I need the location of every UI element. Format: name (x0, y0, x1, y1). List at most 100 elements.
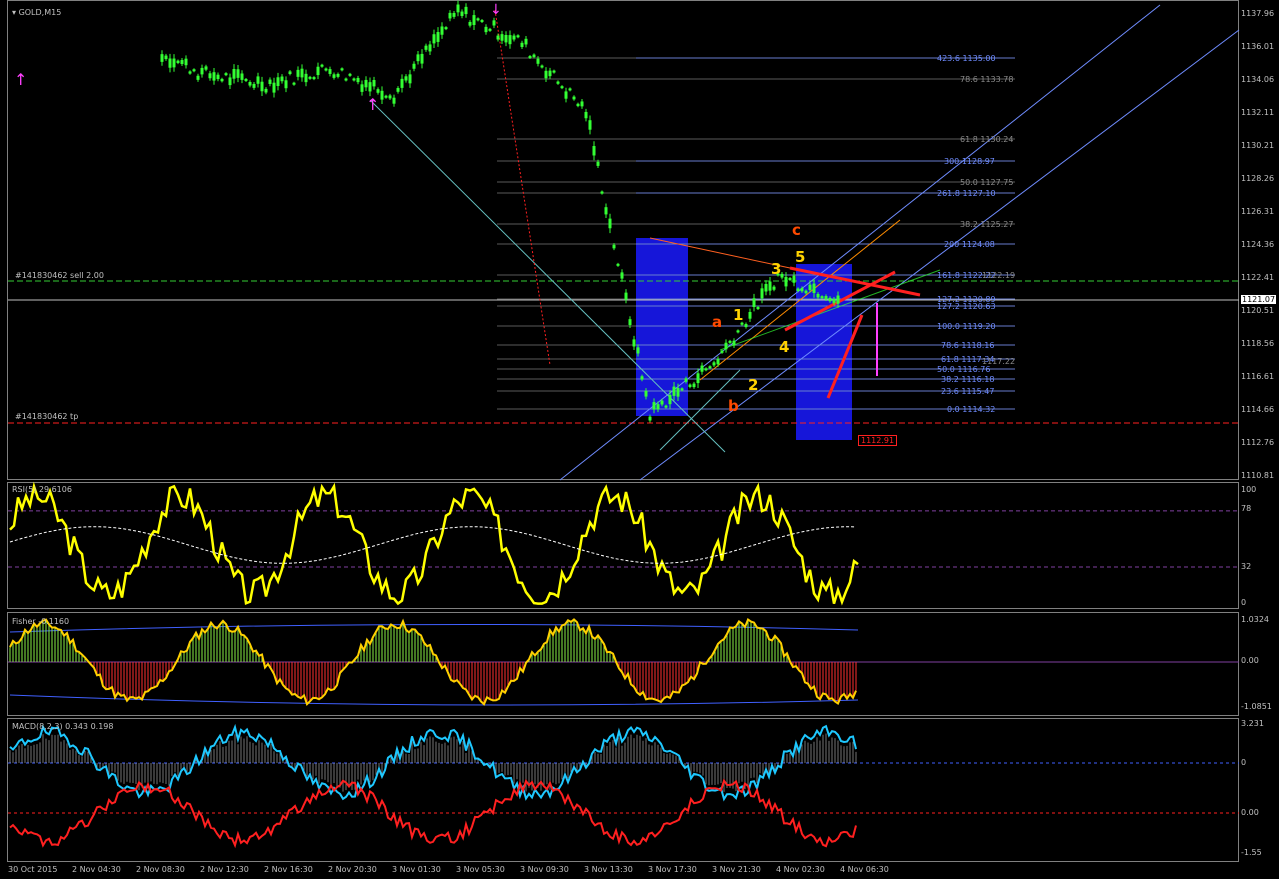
candle-body (360, 84, 364, 92)
candle-body (636, 347, 640, 354)
candle-body (812, 283, 816, 293)
candle-body (468, 21, 472, 26)
candle-body (252, 83, 256, 88)
candle-body (204, 66, 208, 70)
price-tick: 1124.36 (1241, 240, 1275, 249)
fib-label: 1122.19 (982, 271, 1016, 280)
price-tick: 1114.66 (1241, 405, 1275, 414)
candle-body (284, 80, 288, 89)
candle-body (748, 311, 752, 319)
price-tick: 1122.41 (1241, 273, 1275, 282)
time-tick: 30 Oct 2015 (8, 865, 58, 874)
rsi-signal-line (9, 526, 857, 564)
candle-body (760, 288, 764, 299)
candle-body (180, 60, 184, 65)
candle-body (208, 73, 212, 79)
candle-body (488, 28, 492, 31)
candle-body (792, 275, 796, 283)
candle-body (576, 103, 580, 107)
candle-body (728, 340, 732, 343)
candle-body (440, 26, 444, 35)
time-tick: 2 Nov 12:30 (200, 865, 249, 874)
candle-body (404, 76, 408, 81)
candle-body (672, 386, 676, 396)
candle-body (424, 45, 428, 50)
candle-body (384, 95, 388, 98)
time-tick: 2 Nov 08:30 (136, 865, 185, 874)
candle-body (724, 342, 728, 350)
time-tick: 2 Nov 04:30 (72, 865, 121, 874)
candle-body (200, 67, 204, 75)
candle-body (480, 20, 484, 23)
candle-body (796, 288, 800, 291)
candle-body (712, 362, 716, 366)
candle-body (408, 74, 412, 84)
candle-body (804, 290, 808, 294)
wave-label-a: a (712, 313, 723, 331)
macd-tick: -1.55 (1241, 848, 1262, 857)
candle-body (220, 78, 224, 82)
candle-body (300, 68, 304, 78)
candle-body (496, 35, 500, 40)
candle-body (716, 359, 720, 365)
candle-body (596, 161, 600, 166)
candle-body (432, 34, 436, 44)
candle-body (720, 350, 724, 353)
candle-body (644, 390, 648, 397)
fib-label: 127.2 1120.63 (937, 302, 996, 311)
candle-body (420, 53, 424, 64)
candle-body (584, 111, 588, 119)
candle-body (364, 79, 368, 88)
wave-label-b: b (728, 397, 739, 415)
candle-body (320, 64, 324, 67)
price-tick: 1118.56 (1241, 339, 1275, 348)
candle-body (832, 299, 836, 304)
candle-body (532, 54, 536, 58)
pattern-box (796, 264, 852, 440)
time-tick: 3 Nov 09:30 (520, 865, 569, 874)
candle-body (184, 58, 188, 66)
fib-label: 50.0 1127.75 (960, 178, 1014, 187)
candle-body (808, 284, 812, 290)
candle-body (536, 58, 540, 64)
candle-body (336, 73, 340, 77)
candle-body (640, 376, 644, 380)
fisher-axis: 1.0324 0.00 -1.0851 (1240, 612, 1279, 716)
price-tick: 1132.11 (1241, 108, 1275, 117)
candle-body (592, 146, 596, 156)
candle-body (700, 365, 704, 372)
candle-body (436, 32, 440, 42)
price-axis[interactable]: 1137.96 1136.01 1134.06 1132.11 1130.21 … (1240, 0, 1279, 480)
candle-body (656, 404, 660, 410)
candle-body (660, 400, 664, 405)
macd-tick: 0 (1241, 758, 1247, 767)
candle-body (288, 71, 292, 75)
candle-body (240, 73, 244, 80)
candle-body (820, 296, 824, 299)
candle-body (604, 207, 608, 215)
candle-body (160, 54, 164, 62)
candle-body (620, 272, 624, 279)
candle-body (540, 65, 544, 68)
rsi-tick: 32 (1241, 562, 1252, 571)
time-tick: 2 Nov 20:30 (328, 865, 377, 874)
candle-body (196, 75, 200, 80)
candle-body (836, 295, 840, 304)
candle-body (348, 73, 352, 76)
fib-label: 61.8 1130.24 (960, 135, 1014, 144)
candle-body (548, 70, 552, 77)
order-sell-label: #141830462 sell 2.00 (15, 271, 104, 280)
candle-body (452, 12, 456, 17)
fib-label: 300 1128.97 (944, 157, 995, 166)
chart-canvas[interactable]: ↑ ↑ ↓ (0, 0, 1279, 879)
fib-label: 423.6 1135.00 (937, 54, 996, 63)
candle-body (752, 298, 756, 307)
fisher-tick: 1.0324 (1241, 615, 1269, 624)
candle-body (600, 191, 604, 194)
candle-body (824, 296, 828, 300)
candle-body (388, 95, 392, 99)
candle-body (192, 69, 196, 72)
fib-label: 78.6 1133.78 (960, 75, 1014, 84)
candle-body (516, 35, 520, 38)
price-tick: 1137.96 (1241, 9, 1275, 18)
